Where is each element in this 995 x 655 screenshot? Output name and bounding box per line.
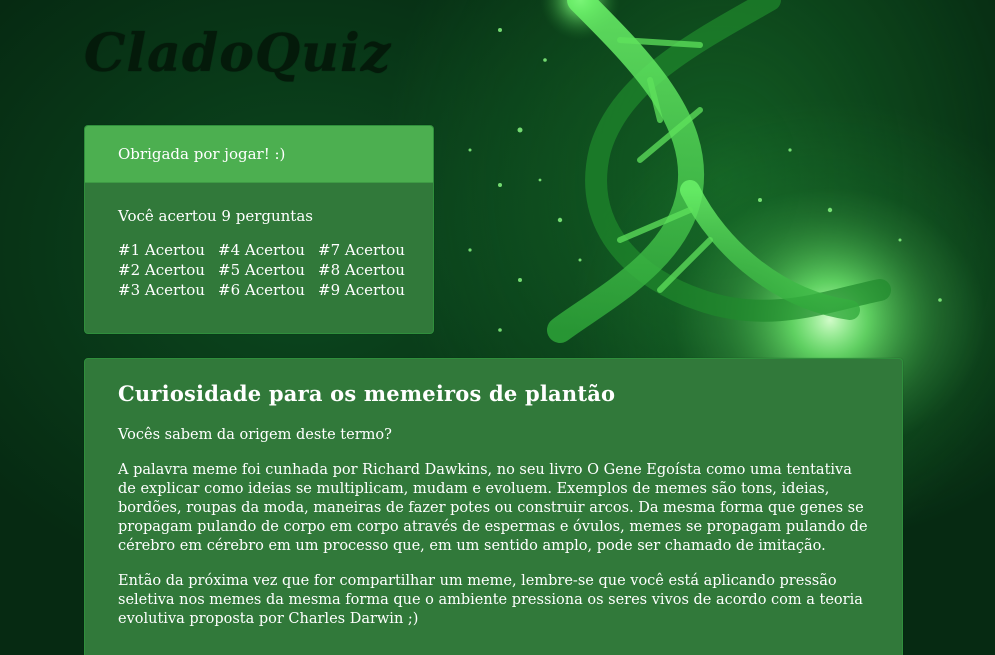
answer-item: #4 Acertou — [218, 241, 305, 259]
curiosity-paragraph: Então da próxima vez que for compartilha… — [118, 573, 863, 627]
score-summary: Você acertou 9 perguntas — [118, 207, 313, 225]
curiosity-card: Curiosidade para os memeiros de plantão … — [84, 358, 903, 655]
result-header: Obrigada por jogar! :) — [85, 126, 433, 183]
answers-grid: #1 Acertou #4 Acertou #7 Acertou #2 Acer… — [118, 241, 405, 300]
answer-item: #7 Acertou — [318, 241, 405, 259]
curiosity-title: Curiosidade para os memeiros de plantão — [118, 381, 616, 406]
answer-item: #2 Acertou — [118, 261, 205, 279]
result-body: Você acertou 9 perguntas #1 Acertou #4 A… — [85, 183, 433, 300]
answer-item: #1 Acertou — [118, 241, 205, 259]
answer-item: #8 Acertou — [318, 261, 405, 279]
cladoquiz-logo: CladoQuiz — [84, 23, 392, 84]
result-card: Obrigada por jogar! :) Você acertou 9 pe… — [84, 125, 434, 334]
curiosity-paragraph: Vocês sabem da origem deste termo? — [118, 427, 392, 443]
answer-item: #9 Acertou — [318, 281, 405, 299]
answer-item: #6 Acertou — [218, 281, 305, 299]
curiosity-paragraph: A palavra meme foi cunhada por Richard D… — [118, 462, 868, 554]
answer-item: #5 Acertou — [218, 261, 305, 279]
answer-item: #3 Acertou — [118, 281, 205, 299]
curiosity-content: Curiosidade para os memeiros de plantão … — [85, 359, 902, 629]
